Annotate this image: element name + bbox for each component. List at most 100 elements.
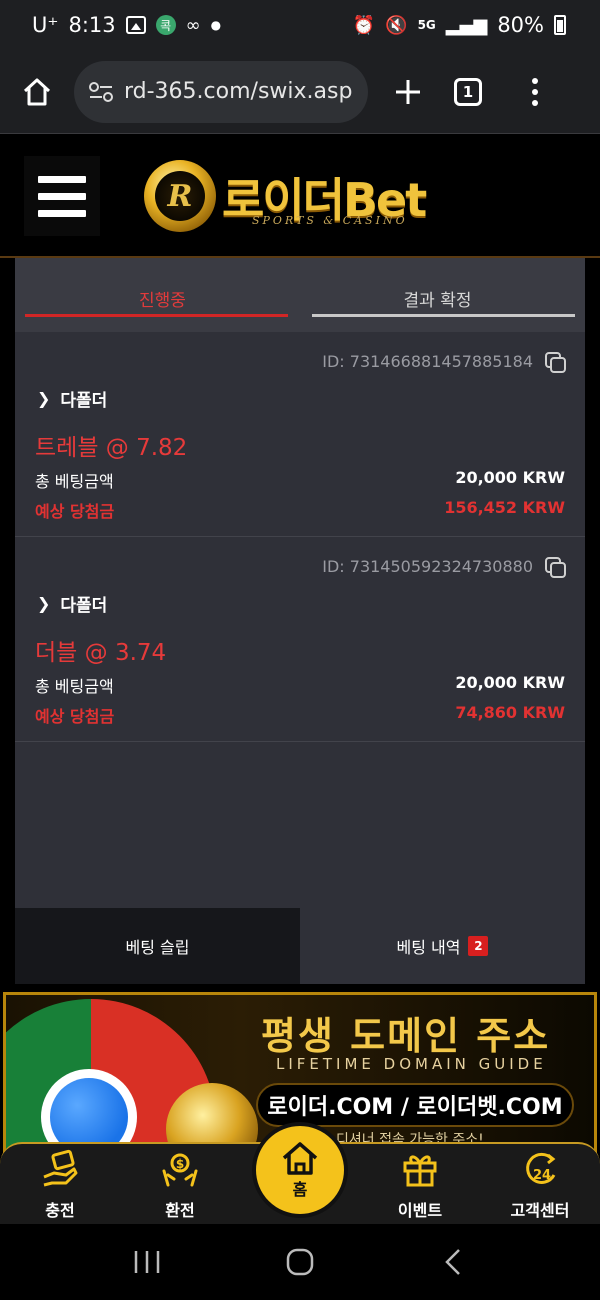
bet-history-panel: 진행중 결과 확정 ID: 731466881457885184 ❯ 다폴더 트… (15, 258, 585, 984)
total-stake-value: 20,000 KRW (455, 673, 565, 692)
tab-bet-history[interactable]: 베팅 내역 2 (300, 908, 585, 984)
nav-charge-label: 충전 (45, 1201, 75, 1220)
address-bar[interactable]: rd-365.com/swix.asp (74, 60, 368, 123)
nav-support-label: 고객센터 (510, 1201, 570, 1220)
bet-type-toggle[interactable]: ❯ 다폴더 (37, 591, 107, 616)
status-left: U⁺ 8:13 콕 ∞ ● (32, 13, 221, 37)
battery-label: 80% (497, 13, 544, 37)
expected-win-value: 156,452 KRW (444, 498, 565, 517)
expected-win-label: 예상 당첨금 (35, 502, 115, 521)
plus-icon (396, 79, 420, 104)
total-stake-row: 총 베팅금액 20,000 KRW (35, 673, 565, 697)
home-icon (23, 78, 51, 105)
recent-apps-button[interactable] (117, 1232, 177, 1292)
slip-history-tabs: 베팅 슬립 베팅 내역 2 (15, 908, 585, 984)
withdraw-icon: $ (162, 1153, 198, 1187)
logo-letter: R (155, 171, 205, 221)
bet-history-count-badge: 2 (468, 936, 489, 956)
tab-bet-slip[interactable]: 베팅 슬립 (15, 908, 300, 984)
carrier-label: U⁺ (32, 13, 59, 37)
nav-exchange[interactable]: $ 환전 (125, 1144, 235, 1226)
bet-type-label: 다폴더 (60, 596, 108, 616)
total-stake-row: 총 베팅금액 20,000 KRW (35, 468, 565, 492)
nav-event[interactable]: 이벤트 (365, 1144, 475, 1226)
status-tabs: 진행중 결과 확정 (15, 258, 585, 332)
status-bar: U⁺ 8:13 콕 ∞ ● ⏰ 🔇 5G ▂▄▆ 80% (0, 0, 600, 50)
expected-win-label: 예상 당첨금 (35, 707, 115, 726)
expected-win-value: 74,860 KRW (455, 703, 565, 722)
tab-in-progress[interactable]: 진행중 (25, 258, 300, 332)
dot-icon (532, 77, 538, 84)
expected-win-row: 예상 당첨금 156,452 KRW (35, 498, 565, 522)
site-logo[interactable]: R 로이더Bet SPORTS & CASINO (144, 160, 464, 240)
android-nav-bar (0, 1224, 600, 1300)
android-home-icon (286, 1248, 314, 1276)
copy-icon[interactable] (545, 557, 567, 579)
tab-bet-slip-label: 베팅 슬립 (125, 938, 190, 957)
chevron-right-icon: ❯ (37, 389, 51, 408)
browser-toolbar: rd-365.com/swix.asp 1 (0, 50, 600, 134)
gift-icon (403, 1155, 437, 1187)
back-button[interactable] (423, 1232, 483, 1292)
mute-icon: 🔇 (385, 14, 408, 36)
copy-icon[interactable] (545, 352, 567, 374)
app-notification-icon: 콕 (155, 15, 176, 35)
browser-home-button[interactable] (0, 50, 74, 134)
signal-icon: ▂▄▆ (445, 14, 488, 36)
nav-home-button[interactable]: 홈 (252, 1122, 348, 1218)
nav-charge[interactable]: 충전 (5, 1144, 115, 1226)
svg-text:24: 24 (533, 1168, 551, 1183)
bet-card: ID: 731450592324730880 ❯ 다폴더 더블 @ 3.74 총… (15, 537, 585, 742)
bet-type-label: 다폴더 (60, 391, 108, 411)
browser-menu-button[interactable] (500, 50, 570, 134)
site-settings-icon[interactable] (88, 81, 114, 103)
banner-title: 평생 도메인 주소 (261, 1014, 551, 1058)
gallery-icon (125, 16, 146, 34)
battery-icon (554, 15, 566, 35)
logo-subtitle: SPORTS & CASINO (252, 214, 408, 227)
bet-type-toggle[interactable]: ❯ 다폴더 (37, 386, 107, 411)
tab-switcher-button[interactable]: 1 (454, 77, 482, 106)
nav-exchange-label: 환전 (165, 1201, 195, 1220)
tab-settled[interactable]: 결과 확정 (300, 258, 575, 332)
nav-event-label: 이벤트 (397, 1201, 443, 1220)
time-label: 8:13 (68, 13, 116, 37)
home-icon (282, 1142, 318, 1175)
recent-apps-icon (134, 1251, 159, 1273)
bet-id: ID: 731450592324730880 (322, 557, 533, 576)
new-tab-button[interactable] (368, 50, 448, 134)
nav-support[interactable]: 24 고객센터 (485, 1144, 595, 1226)
banner-subtitle: LIFETIME DOMAIN GUIDE (276, 1055, 547, 1073)
bet-odds: 더블 @ 3.74 (35, 640, 167, 666)
hamburger-line (38, 209, 86, 217)
svg-text:$: $ (176, 1157, 184, 1171)
deposit-icon (43, 1149, 78, 1187)
bet-card: ID: 731466881457885184 ❯ 다폴더 트레블 @ 7.82 … (15, 332, 585, 537)
chevron-right-icon: ❯ (37, 594, 51, 613)
dot-icon (532, 88, 538, 95)
status-right: ⏰ 🔇 5G ▂▄▆ 80% (353, 13, 566, 37)
site-header: R 로이더Bet SPORTS & CASINO (0, 134, 600, 258)
expected-win-row: 예상 당첨금 74,860 KRW (35, 703, 565, 727)
total-stake-label: 총 베팅금액 (35, 677, 114, 696)
hamburger-line (38, 192, 86, 200)
logo-emblem: R (144, 160, 216, 232)
android-home-button[interactable] (270, 1232, 330, 1292)
tab-bet-history-label: 베팅 내역 (396, 938, 461, 957)
banner-domain: 로이더.COM / 로이더벳.COM (256, 1083, 574, 1127)
url-text: rd-365.com/swix.asp (124, 79, 353, 104)
infinity-icon: ∞ (185, 14, 201, 36)
hamburger-line (38, 175, 86, 183)
hamburger-menu-button[interactable] (24, 156, 100, 236)
alarm-icon: ⏰ (352, 14, 376, 36)
bet-odds: 트레블 @ 7.82 (35, 435, 188, 461)
back-icon (445, 1249, 461, 1275)
dot-icon (532, 99, 538, 106)
nav-home-label: 홈 (292, 1180, 308, 1199)
total-stake-value: 20,000 KRW (455, 468, 565, 487)
bet-id: ID: 731466881457885184 (322, 352, 533, 371)
support-24-icon: 24 (526, 1152, 556, 1184)
total-stake-label: 총 베팅금액 (35, 472, 114, 491)
network-label: 5G (417, 18, 436, 32)
dot-icon: ● (210, 18, 222, 32)
